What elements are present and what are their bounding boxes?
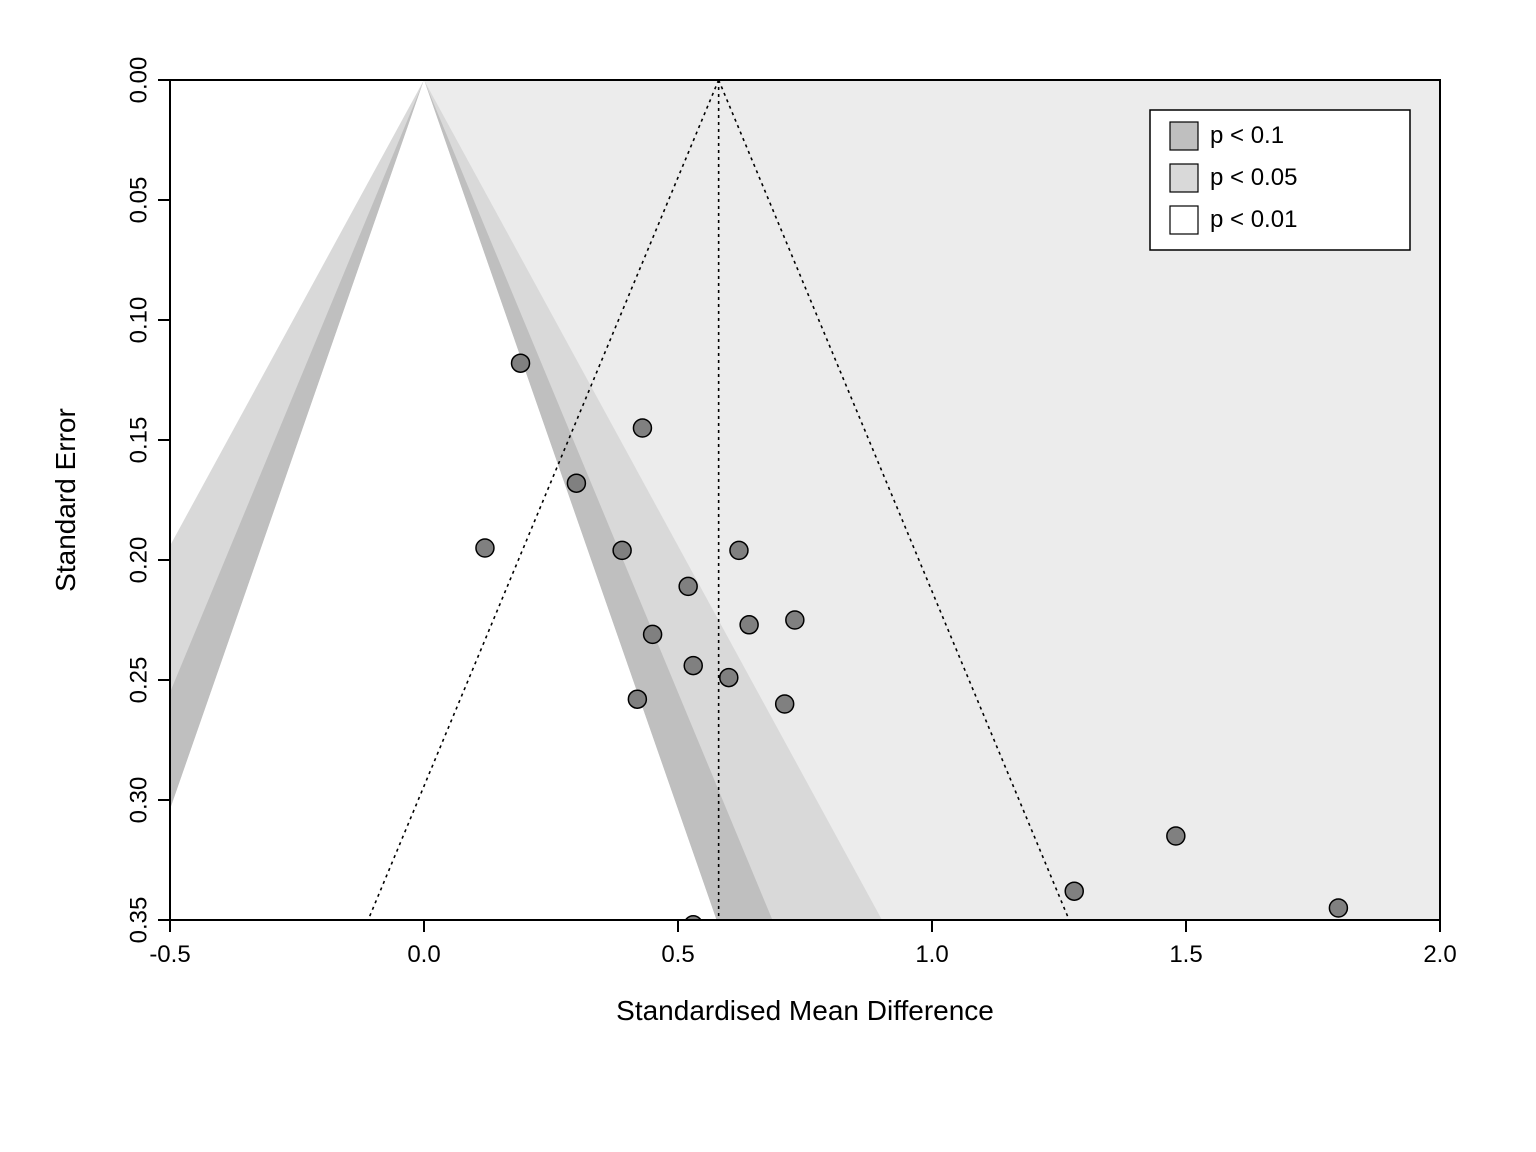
y-tick-label: 0.20 — [125, 537, 152, 584]
x-tick-label: 2.0 — [1423, 941, 1456, 968]
y-tick-label: 0.05 — [125, 177, 152, 224]
data-point — [1167, 827, 1185, 845]
data-point — [679, 577, 697, 595]
legend-label: p < 0.01 — [1210, 206, 1297, 233]
y-tick-label: 0.00 — [125, 57, 152, 104]
data-point — [684, 657, 702, 675]
legend-label: p < 0.1 — [1210, 122, 1284, 149]
data-point — [730, 541, 748, 559]
y-tick-label: 0.35 — [125, 897, 152, 944]
data-point — [613, 541, 631, 559]
chart-svg: -0.5 0.0 0.5 1.0 1.5 2.0 0.00 0.05 0.10 0.15 0.20 0… — [0, 0, 1536, 1152]
funnel-plot: -0.5 0.0 0.5 1.0 1.5 2.0 0.00 0.05 0.10 0.15 0.20 0… — [0, 0, 1536, 1152]
y-tick-label: 0.15 — [125, 417, 152, 464]
data-point — [1329, 899, 1347, 917]
data-point — [512, 354, 530, 372]
legend-label: p < 0.05 — [1210, 164, 1297, 191]
x-tick-label: 1.0 — [915, 941, 948, 968]
y-axis-label: Standard Error — [50, 408, 81, 592]
data-point — [567, 474, 585, 492]
data-point — [776, 695, 794, 713]
legend-swatch — [1170, 206, 1198, 234]
data-point — [644, 625, 662, 643]
x-tick-label: 0.0 — [407, 941, 440, 968]
y-tick-label: 0.10 — [125, 297, 152, 344]
legend-swatch — [1170, 164, 1198, 192]
data-point — [740, 616, 758, 634]
data-point — [633, 419, 651, 437]
y-tick-label: 0.30 — [125, 777, 152, 824]
x-tick-label: 0.5 — [661, 941, 694, 968]
data-point — [786, 611, 804, 629]
legend-swatch — [1170, 122, 1198, 150]
data-point — [684, 916, 702, 934]
data-point — [1065, 882, 1083, 900]
x-tick-label: -0.5 — [149, 941, 190, 968]
y-tick-label: 0.25 — [125, 657, 152, 704]
data-point — [720, 669, 738, 687]
data-point — [476, 539, 494, 557]
data-point — [628, 690, 646, 708]
x-axis-label: Standardised Mean Difference — [616, 995, 994, 1026]
x-tick-label: 1.5 — [1169, 941, 1202, 968]
